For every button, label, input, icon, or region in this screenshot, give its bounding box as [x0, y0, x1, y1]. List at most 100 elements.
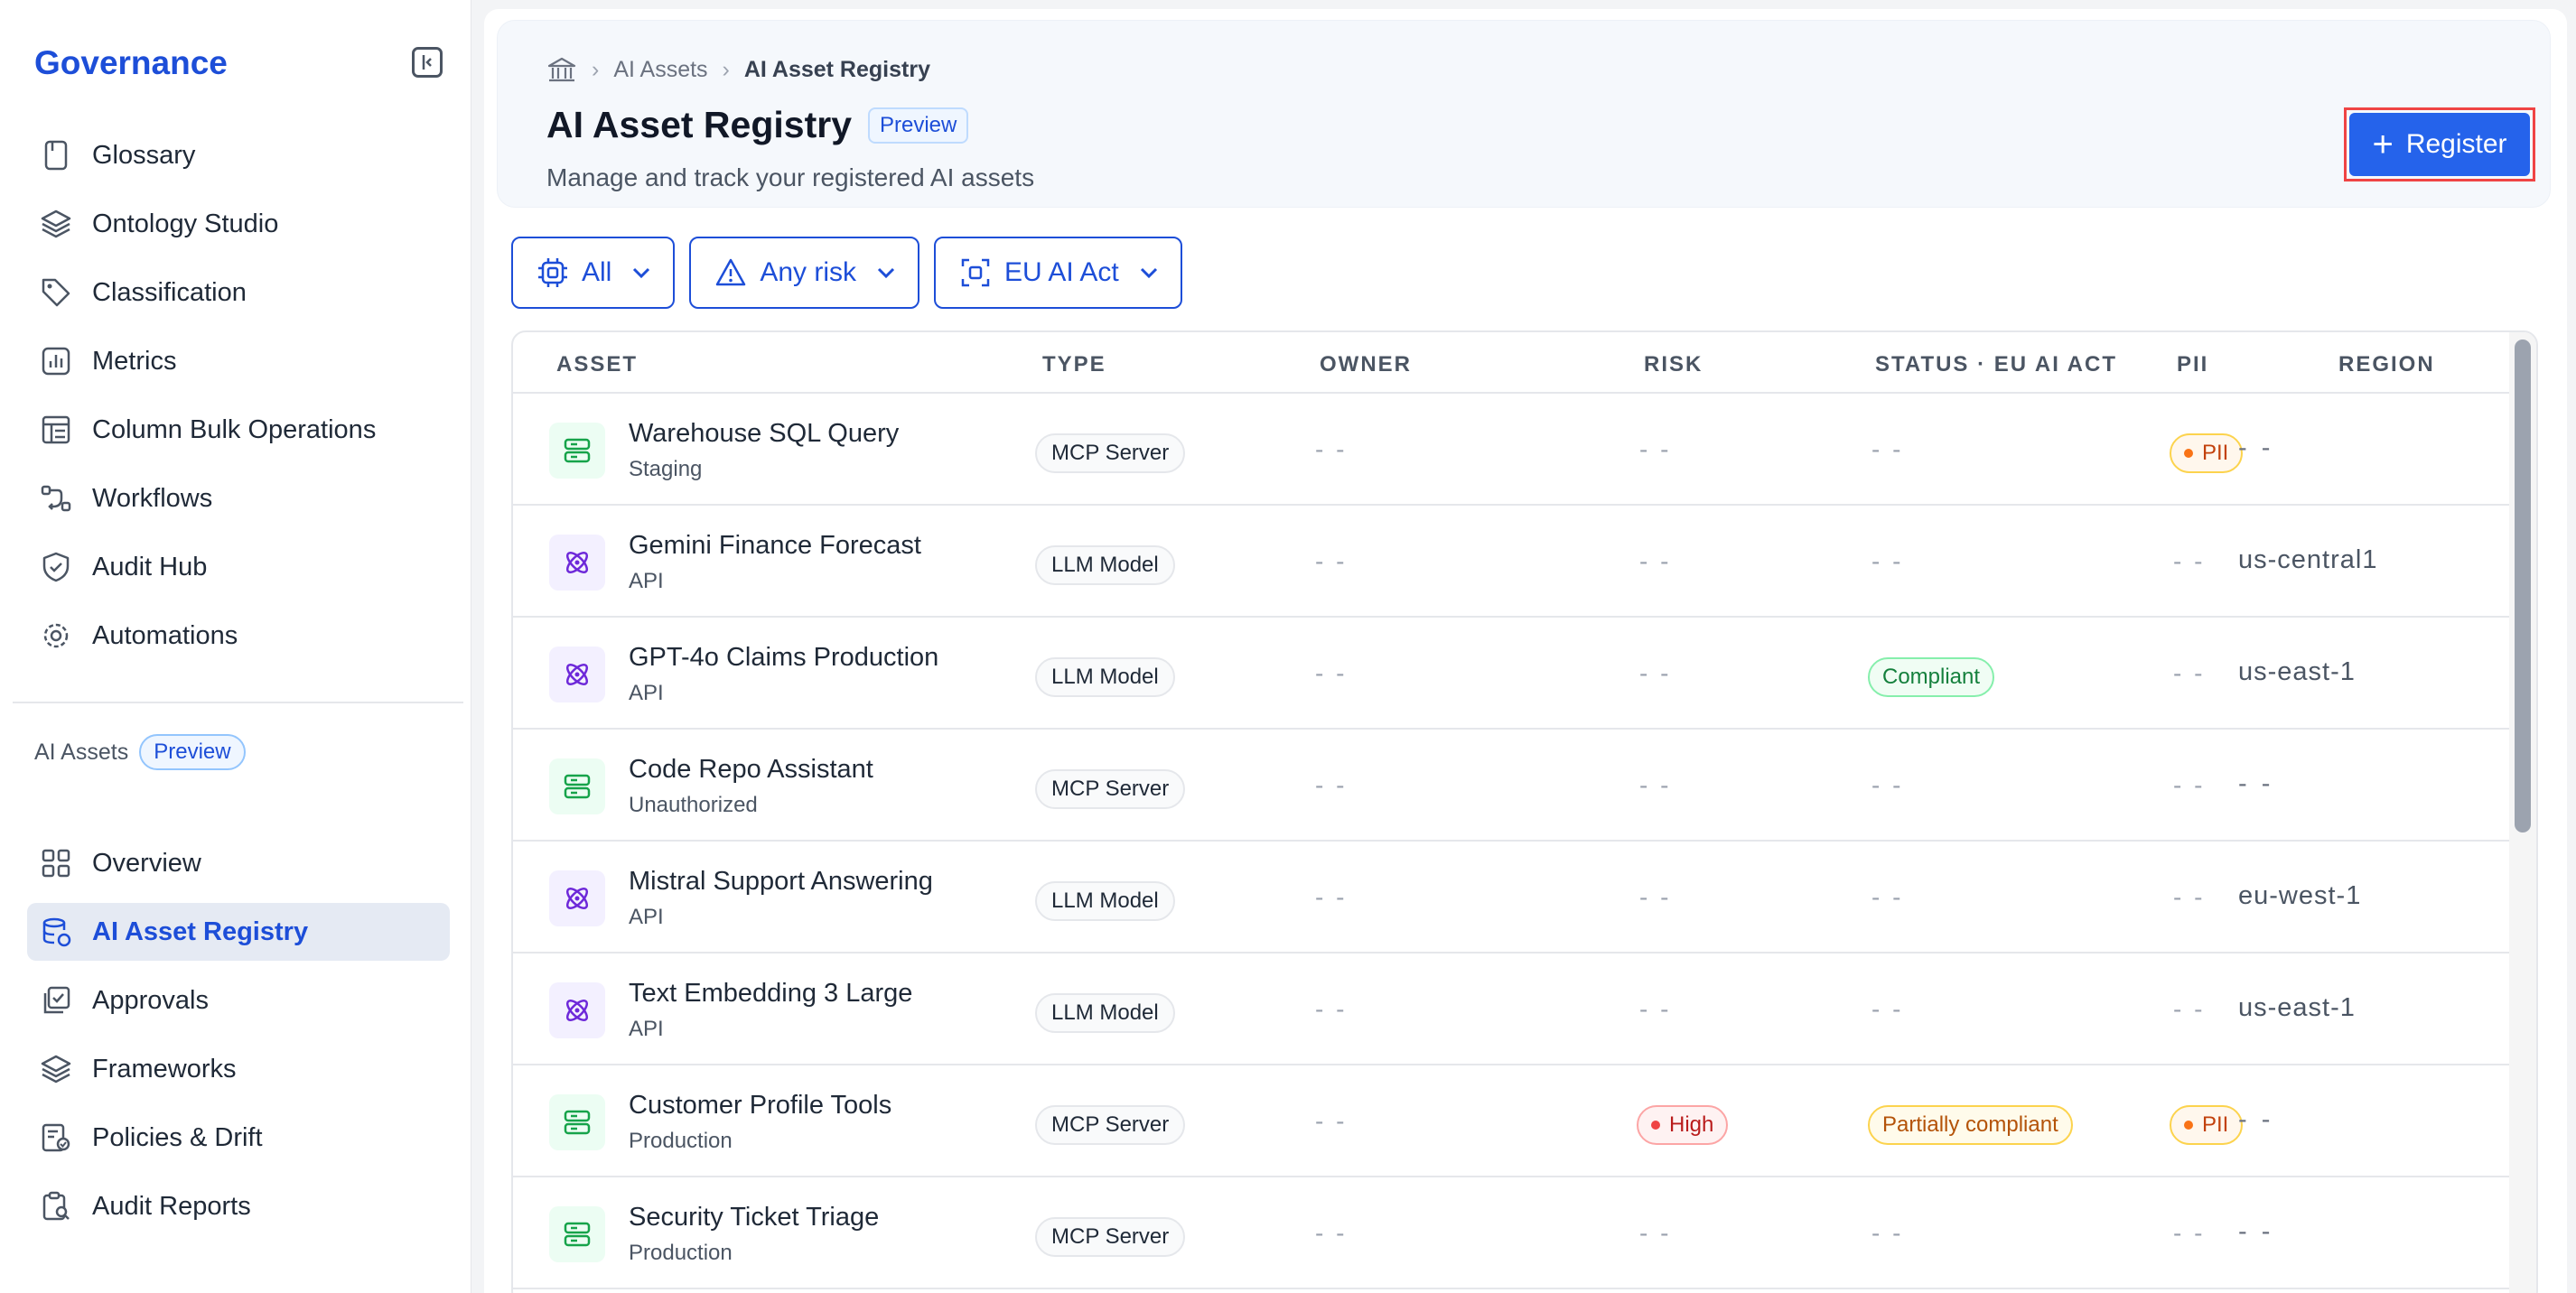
mcp-server-icon [549, 758, 605, 814]
asset-environment: Production [629, 1241, 733, 1265]
mcp-server-icon [549, 1094, 605, 1150]
type-chip: MCP Server [1035, 769, 1186, 809]
sidebar-item-classification[interactable]: Classification [27, 264, 450, 321]
region-cell: eu-west-1 [2238, 881, 2362, 910]
pii-cell: - - [2173, 883, 2206, 911]
main-content: › AI Assets › AI Asset Registry AI Asset… [484, 9, 2567, 1293]
asset-environment: Staging [629, 457, 703, 481]
column-header-type[interactable]: TYPE [1042, 352, 1106, 377]
type-chip: LLM Model [1035, 881, 1175, 921]
asset-name[interactable]: Code Repo Assistant [629, 755, 873, 785]
asset-environment: Production [629, 1129, 733, 1153]
layers-icon [41, 1055, 71, 1084]
table-row[interactable]: Mistral Support Answering API LLM Model … [513, 842, 2511, 953]
pii-badge: PII [2170, 433, 2244, 473]
approval-icon [43, 986, 70, 1014]
column-header-owner[interactable]: OWNER [1320, 352, 1412, 377]
column-header-region[interactable]: REGION [2338, 352, 2435, 377]
framework-filter-dropdown[interactable]: EU AI Act [934, 237, 1182, 309]
type-chip: LLM Model [1035, 545, 1175, 585]
owner-cell: - - [1315, 1219, 1348, 1247]
type-filter-dropdown[interactable]: All [511, 237, 676, 309]
asset-environment: API [629, 681, 664, 705]
sidebar-item-approvals[interactable]: Approvals [27, 972, 450, 1029]
status-cell: - - [1871, 883, 1904, 911]
table-row[interactable]: Gemini Finance Forecast API LLM Model - … [513, 506, 2511, 618]
asset-name[interactable]: Text Embedding 3 Large [629, 979, 912, 1009]
sidebar-item-label: Workflows [92, 483, 213, 513]
sidebar-item-column-bulk-operations[interactable]: Column Bulk Operations [27, 401, 450, 459]
type-chip: MCP Server [1035, 1217, 1186, 1257]
sidebar-item-audit-reports[interactable]: Audit Reports [27, 1177, 450, 1235]
page-header: › AI Assets › AI Asset Registry AI Asset… [497, 20, 2551, 208]
table-row[interactable]: Warehouse SQL Query Staging MCP Server -… [513, 394, 2511, 506]
collapse-sidebar-icon[interactable] [412, 47, 443, 78]
sidebar-item-label: Policies & Drift [92, 1122, 263, 1152]
sidebar-item-workflows[interactable]: Workflows [27, 470, 450, 527]
risk-cell: - - [1639, 659, 1672, 687]
asset-name[interactable]: Warehouse SQL Query [629, 419, 899, 449]
sidebar-item-glossary[interactable]: Glossary [27, 126, 450, 184]
sidebar-item-label: Audit Reports [92, 1191, 251, 1221]
table-scrollbar[interactable] [2509, 332, 2536, 1293]
register-button-highlight: + Register [2344, 107, 2535, 181]
column-header-status[interactable]: STATUS · EU AI ACT [1875, 352, 2117, 377]
sidebar-header: Governance [34, 42, 450, 85]
risk-filter-dropdown[interactable]: Any risk [689, 237, 920, 309]
report-icon [42, 1191, 70, 1221]
home-icon[interactable] [546, 55, 577, 84]
sidebar-item-ontology-studio[interactable]: Ontology Studio [27, 195, 450, 253]
register-button[interactable]: + Register [2349, 113, 2530, 176]
asset-name[interactable]: GPT-4o Claims Production [629, 643, 938, 673]
asset-name[interactable]: Customer Profile Tools [629, 1091, 891, 1121]
status-cell: - - [1871, 547, 1904, 575]
nav-group-governance: Glossary Ontology Studio Classification … [27, 126, 450, 675]
sidebar-item-overview[interactable]: Overview [27, 834, 450, 892]
scrollbar-thumb[interactable] [2515, 340, 2531, 833]
risk-badge: High [1637, 1105, 1729, 1145]
chevron-down-icon [877, 267, 895, 279]
table-row[interactable]: GPT-4o Claims Production API LLM Model -… [513, 618, 2511, 730]
sidebar-item-audit-hub[interactable]: Audit Hub [27, 538, 450, 596]
sidebar-title: Governance [34, 44, 228, 81]
asset-name[interactable]: Mistral Support Answering [629, 867, 933, 897]
sidebar-item-frameworks[interactable]: Frameworks [27, 1040, 450, 1098]
sidebar-item-metrics[interactable]: Metrics [27, 332, 450, 390]
sidebar-item-label: Approvals [92, 985, 209, 1015]
sidebar-item-label: Overview [92, 848, 201, 878]
framework-filter-value: EU AI Act [1004, 257, 1119, 287]
pii-dot-icon [2184, 1121, 2193, 1130]
column-header-asset[interactable]: ASSET [556, 352, 638, 377]
grid-icon [42, 849, 70, 878]
chip-icon [538, 258, 567, 287]
section-label: AI Assets [34, 739, 129, 765]
llm-model-icon [549, 870, 605, 926]
sidebar-item-label: Frameworks [92, 1054, 237, 1084]
asset-environment: API [629, 905, 664, 929]
status-cell: - - [1871, 995, 1904, 1023]
table-row[interactable]: Security Ticket Triage Production MCP Se… [513, 1177, 2511, 1289]
sidebar-item-ai-asset-registry[interactable]: AI Asset Registry [27, 903, 450, 961]
table-row[interactable]: Text Embedding 3 Large API LLM Model - -… [513, 953, 2511, 1065]
table-body: Warehouse SQL Query Staging MCP Server -… [513, 394, 2511, 1289]
breadcrumb-ai-assets[interactable]: AI Assets [613, 57, 707, 83]
sidebar-item-automations[interactable]: Automations [27, 607, 450, 665]
region-cell: - - [2238, 433, 2274, 462]
column-header-pii[interactable]: PII [2177, 352, 2208, 377]
llm-model-icon [549, 535, 605, 591]
sidebar-item-policies-drift[interactable]: Policies & Drift [27, 1109, 450, 1167]
workflow-icon [41, 485, 71, 512]
risk-cell: - - [1639, 995, 1672, 1023]
register-label: Register [2405, 129, 2507, 159]
table-row[interactable]: Code Repo Assistant Unauthorized MCP Ser… [513, 730, 2511, 842]
asset-environment: API [629, 569, 664, 593]
page-subtitle: Manage and track your registered AI asse… [546, 163, 1035, 191]
table-row[interactable]: Customer Profile Tools Production MCP Se… [513, 1065, 2511, 1177]
llm-model-icon [549, 646, 605, 702]
pii-cell: - - [2173, 659, 2206, 687]
book-icon [44, 140, 68, 171]
asset-name[interactable]: Gemini Finance Forecast [629, 531, 921, 561]
sidebar-item-label: Classification [92, 277, 247, 307]
column-header-risk[interactable]: RISK [1644, 352, 1703, 377]
asset-name[interactable]: Security Ticket Triage [629, 1203, 879, 1233]
